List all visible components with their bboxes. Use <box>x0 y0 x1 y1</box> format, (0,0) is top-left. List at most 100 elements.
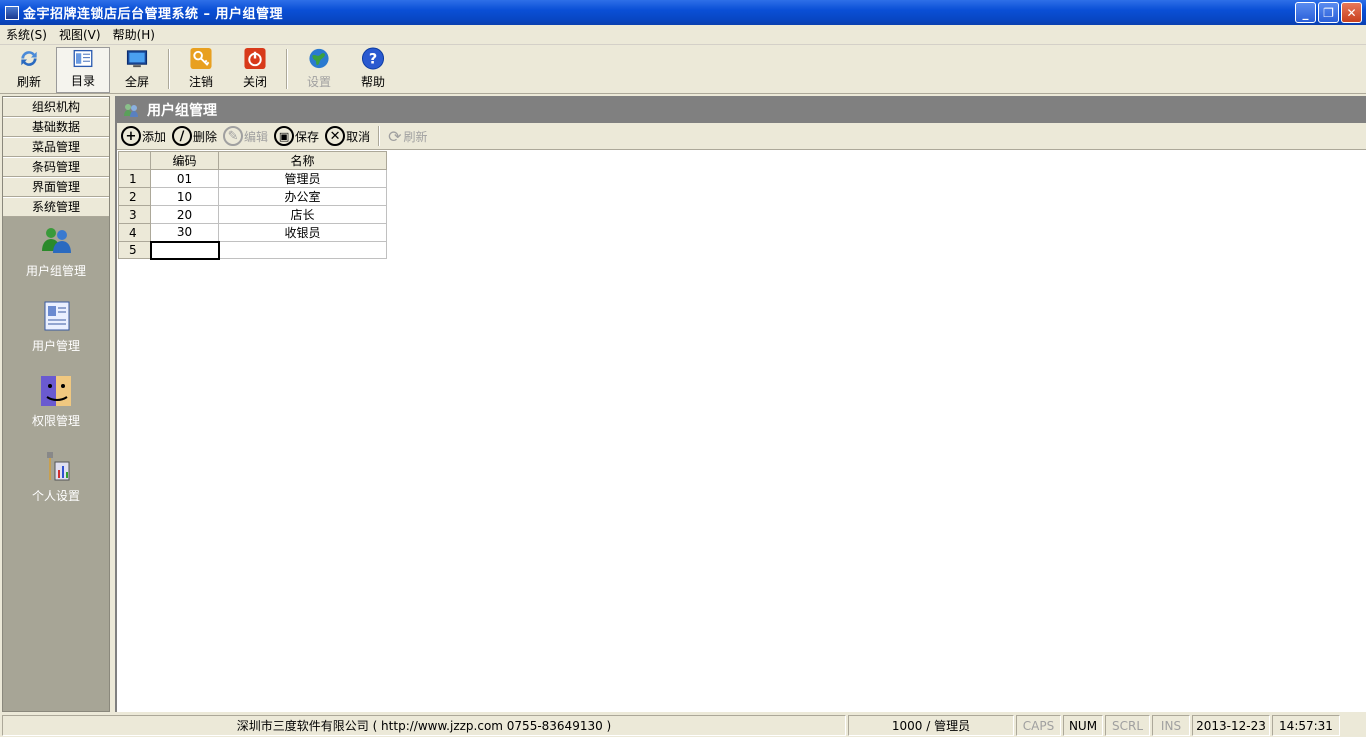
cell-name[interactable]: 管理员 <box>218 169 387 188</box>
sidebar-item-label: 用户管理 <box>31 339 80 353</box>
toolbar-separator <box>168 49 170 89</box>
row-number: 5 <box>118 241 151 259</box>
add-button[interactable]: + 添加 <box>121 126 166 146</box>
settings-button[interactable]: 设置 <box>292 47 346 93</box>
table-row[interactable]: 5 <box>118 240 387 260</box>
column-header-code[interactable]: 编码 <box>150 151 219 170</box>
status-date: 2013-12-23 <box>1192 715 1270 736</box>
catalog-button[interactable]: 目录 <box>56 47 110 93</box>
status-bar: 深圳市三度软件有限公司 ( http://www.jzzp.com 0755-8… <box>0 714 1366 737</box>
row-number: 1 <box>118 169 151 188</box>
edit-button[interactable]: ✎ 编辑 <box>223 126 268 146</box>
sidebar-item-personal-settings[interactable]: 个人设置 <box>3 450 109 513</box>
app-icon <box>5 5 19 20</box>
table-row[interactable]: 3 20 店长 <box>118 205 387 224</box>
menu-bar: 系统(S) 视图(V) 帮助(H) <box>0 25 1366 45</box>
close-button[interactable]: 关闭 <box>228 47 282 93</box>
table-header-row: 编码 名称 <box>118 151 387 170</box>
refresh-icon <box>21 51 37 66</box>
column-header-name[interactable]: 名称 <box>218 151 387 170</box>
content-panel: 用户组管理 + 添加 ∕ 删除 ✎ 编辑 ▣ 保存 ✕ 取消 ⟳ 刷新 编码 名… <box>115 96 1366 712</box>
panel-title: 用户组管理 <box>147 102 217 119</box>
table-row[interactable]: 2 10 办公室 <box>118 187 387 206</box>
sidebar-item-label: 用户组管理 <box>25 264 86 278</box>
pencil-icon: ✎ <box>223 126 244 146</box>
monitor-icon <box>126 50 148 68</box>
main-toolbar: 刷新 目录 全屏 注销 关闭 设置 ? 帮助 <box>0 46 1366 94</box>
sidebar-item-users[interactable]: 用户管理 <box>3 300 109 363</box>
power-icon <box>244 47 266 70</box>
restore-button[interactable]: ❐ <box>1318 2 1339 23</box>
x-icon: ✕ <box>325 126 346 146</box>
panel-action-bar: + 添加 ∕ 删除 ✎ 编辑 ▣ 保存 ✕ 取消 ⟳ 刷新 <box>117 123 1366 150</box>
edit-label: 编辑 <box>244 129 269 144</box>
sidebar-tab-system[interactable]: 系统管理 <box>3 197 109 217</box>
cell-name[interactable]: 办公室 <box>218 187 387 206</box>
row-number: 3 <box>118 205 151 224</box>
cell-code[interactable]: 20 <box>150 205 219 224</box>
cell-code-editing[interactable] <box>149 240 220 260</box>
sidebar-item-permissions[interactable]: 权限管理 <box>3 375 109 438</box>
status-time: 14:57:31 <box>1272 715 1340 736</box>
help-button[interactable]: ? 帮助 <box>346 47 400 93</box>
save-button[interactable]: ▣ 保存 <box>274 126 319 146</box>
cell-name[interactable]: 收银员 <box>218 223 387 242</box>
catalog-label: 目录 <box>70 74 95 88</box>
logout-label: 注销 <box>188 75 213 89</box>
close-window-button[interactable]: ✕ <box>1341 2 1362 23</box>
help-label: 帮助 <box>360 75 385 89</box>
minimize-button[interactable]: _ <box>1295 2 1316 23</box>
status-company: 深圳市三度软件有限公司 ( http://www.jzzp.com 0755-8… <box>2 715 846 736</box>
plus-icon: + <box>121 126 141 146</box>
user-group-table: 编码 名称 1 01 管理员 2 10 办公室 3 20 店长 4 30 收银员… <box>118 151 387 260</box>
catalog-icon <box>73 49 93 68</box>
cell-name[interactable] <box>218 241 387 259</box>
finder-face-icon <box>41 376 71 406</box>
cell-code[interactable]: 01 <box>150 169 219 188</box>
floppy-icon: ▣ <box>274 126 295 146</box>
delete-button[interactable]: ∕ 删除 <box>172 126 217 146</box>
refresh-list-button[interactable]: ⟳ 刷新 <box>388 127 427 146</box>
logout-button[interactable]: 注销 <box>174 47 228 93</box>
menu-view[interactable]: 视图(V) <box>59 26 101 43</box>
status-caps: CAPS <box>1016 715 1061 736</box>
save-label: 保存 <box>295 129 320 144</box>
key-icon <box>190 47 212 70</box>
sidebar-item-label: 个人设置 <box>31 489 80 503</box>
refresh-icon: ⟳ <box>388 126 402 146</box>
user-card-icon <box>44 301 70 331</box>
row-number: 2 <box>118 187 151 206</box>
status-user: 1000 / 管理员 <box>848 715 1014 736</box>
settings-label: 设置 <box>306 75 331 89</box>
delete-label: 删除 <box>193 129 218 144</box>
sidebar-tab-interface[interactable]: 界面管理 <box>3 177 109 197</box>
help-icon: ? <box>361 47 385 70</box>
fullscreen-button[interactable]: 全屏 <box>110 47 164 93</box>
cancel-button[interactable]: ✕ 取消 <box>325 126 370 146</box>
cell-name[interactable]: 店长 <box>218 205 387 224</box>
table-row[interactable]: 4 30 收银员 <box>118 223 387 242</box>
refresh-label: 刷新 <box>403 129 428 144</box>
status-num: NUM <box>1063 715 1103 736</box>
sidebar-item-user-groups[interactable]: 用户组管理 <box>3 225 109 288</box>
refresh-label: 刷新 <box>16 75 41 89</box>
tools-icon <box>47 452 70 481</box>
svg-text:?: ? <box>369 51 377 67</box>
cell-code[interactable]: 30 <box>150 223 219 242</box>
sidebar-tab-barcode[interactable]: 条码管理 <box>3 157 109 177</box>
menu-help[interactable]: 帮助(H) <box>113 26 155 43</box>
cell-code[interactable]: 10 <box>150 187 219 206</box>
globe-icon <box>309 48 329 69</box>
sidebar-tab-organization[interactable]: 组织机构 <box>3 97 109 117</box>
action-separator <box>378 126 381 146</box>
cancel-label: 取消 <box>346 129 371 144</box>
sidebar-tab-dishes[interactable]: 菜品管理 <box>3 137 109 157</box>
user-group-icon <box>124 103 138 117</box>
sidebar-item-label: 权限管理 <box>31 414 80 428</box>
window-controls: _ ❐ ✕ <box>1295 2 1362 23</box>
eraser-icon: ∕ <box>172 126 193 146</box>
menu-system[interactable]: 系统(S) <box>6 26 47 43</box>
sidebar-tab-basic-data[interactable]: 基础数据 <box>3 117 109 137</box>
refresh-button[interactable]: 刷新 <box>2 47 56 93</box>
table-row[interactable]: 1 01 管理员 <box>118 169 387 188</box>
